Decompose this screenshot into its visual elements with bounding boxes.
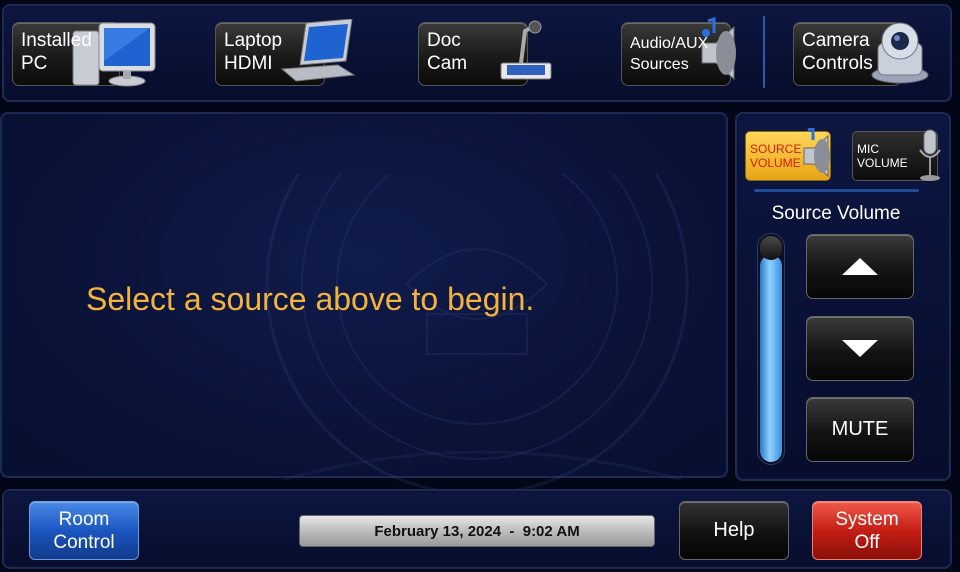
laptop-hdmi-label: Laptop HDMI: [224, 30, 283, 74]
tab-mic-volume-label: MIC VOLUME: [857, 142, 908, 170]
seal-watermark-icon: [265, 174, 689, 496]
audio-aux-button[interactable]: Audio/AUX Sources: [621, 16, 736, 86]
select-source-prompt: Select a source above to begin.: [86, 281, 535, 317]
volume-meter-fill: [760, 255, 782, 462]
volume-meter-knob: [760, 236, 782, 260]
arrow-down-icon: [842, 340, 878, 357]
doc-cam-label: Doc Cam: [427, 30, 468, 74]
room-control-button[interactable]: Room Control: [29, 501, 139, 560]
volume-down-button[interactable]: [806, 316, 914, 381]
tab-source-volume-label: SOURCE VOLUME: [750, 142, 802, 170]
ptz-camera-icon: [871, 22, 929, 84]
camera-controls-button[interactable]: Camera Controls: [793, 22, 929, 86]
tab-source-volume[interactable]: SOURCE VOLUME: [745, 128, 831, 181]
installed-pc-label: Installed PC: [21, 30, 92, 74]
volume-up-button[interactable]: [806, 234, 914, 299]
doc-cam-button[interactable]: Doc Cam: [418, 20, 552, 86]
tab-mic-volume[interactable]: MIC VOLUME: [852, 129, 941, 181]
microphone-icon: [919, 129, 941, 181]
volume-title: Source Volume: [771, 203, 901, 224]
speaker-icon: [803, 128, 830, 178]
document-camera-icon: [500, 20, 552, 80]
volume-meter[interactable]: [757, 233, 785, 465]
laptop-icon: [280, 19, 356, 82]
system-off-button[interactable]: System Off: [812, 501, 922, 560]
camera-controls-label: Camera Controls: [802, 30, 873, 74]
volume-divider: [754, 189, 919, 192]
datetime-display: February 13, 2024 - 9:02 AM: [299, 515, 655, 547]
arrow-up-icon: [842, 258, 878, 275]
audio-aux-label: Audio/AUX Sources: [630, 35, 709, 73]
laptop-hdmi-button[interactable]: Laptop HDMI: [215, 19, 356, 86]
seal-watermark-lower-icon: [281, 450, 683, 480]
help-button[interactable]: Help: [679, 501, 789, 560]
source-bar-divider: [763, 16, 765, 88]
installed-pc-button[interactable]: Installed PC: [12, 22, 156, 87]
mute-button[interactable]: MUTE: [806, 397, 914, 462]
